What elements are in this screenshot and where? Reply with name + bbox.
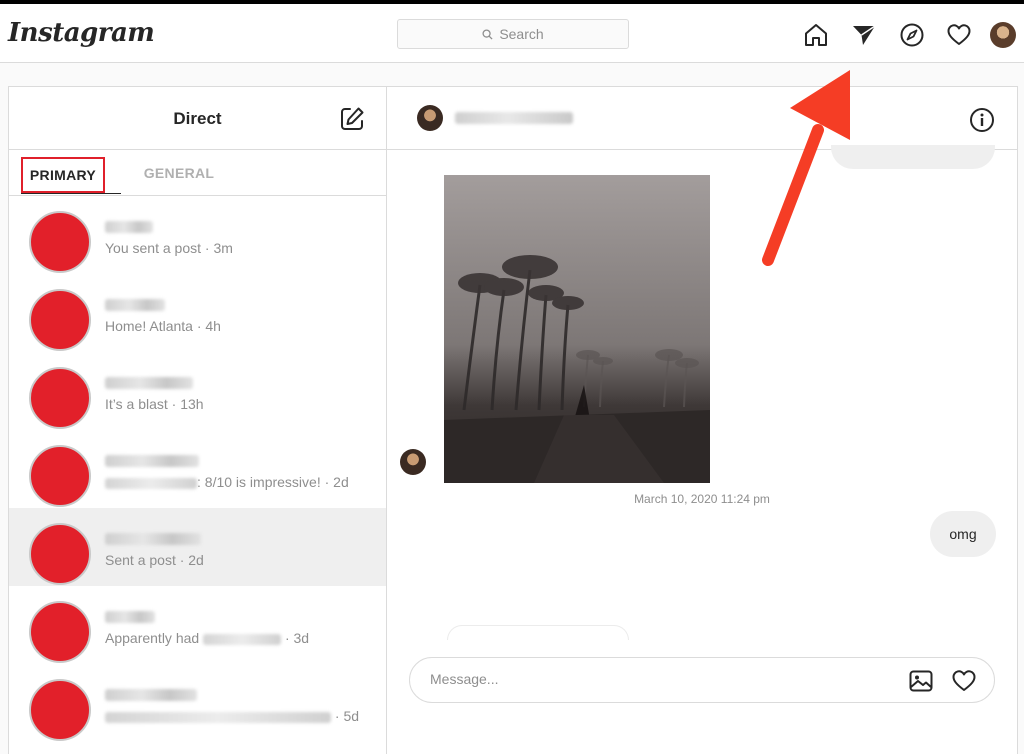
conversation-preview: Sent a post · 2d (105, 552, 204, 568)
avatar (29, 523, 91, 585)
search-box[interactable]: Search (397, 19, 629, 49)
conversation-name-redacted (105, 611, 155, 623)
avatar (29, 289, 91, 351)
conversation-preview: : 8/10 is impressive! · 2d (105, 474, 349, 490)
conversation-item[interactable]: : 8/10 is impressive! · 2d (9, 430, 386, 508)
avatar (29, 211, 91, 273)
conversation-item[interactable]: Home! Atlanta · 4h (9, 274, 386, 352)
conversation-name-redacted (105, 377, 193, 389)
conversation-preview: It’s a blast · 13h (105, 396, 204, 412)
conversation-preview: Apparently had · 3d (105, 630, 309, 646)
conversation-sidebar: Direct PRIMARY GENERAL You sent a post ·… (9, 87, 387, 754)
new-message-icon[interactable] (338, 105, 366, 133)
conversation-item-selected[interactable]: Sent a post · 2d (9, 508, 386, 586)
sender-avatar[interactable] (400, 449, 426, 475)
conversation-item[interactable]: · 5d (9, 664, 386, 742)
conversation-name-redacted (105, 221, 153, 233)
conversation-name-redacted (105, 455, 199, 467)
explore-icon[interactable] (899, 22, 925, 48)
avatar (29, 679, 91, 741)
redacted-text (203, 633, 282, 645)
profile-avatar[interactable] (990, 22, 1016, 48)
activity-heart-icon[interactable] (946, 22, 972, 48)
inbox-tabs: PRIMARY GENERAL (9, 149, 386, 196)
conversation-name-redacted (105, 533, 201, 545)
conversation-name-redacted (105, 299, 165, 311)
image-upload-icon[interactable] (908, 668, 934, 694)
conversation-preview-text: : 8/10 is impressive! · 2d (197, 474, 349, 490)
direct-header: Direct (9, 87, 386, 150)
avatar (29, 445, 91, 507)
chat-username-redacted[interactable] (455, 112, 573, 124)
heart-icon[interactable] (951, 668, 977, 694)
conversation-item[interactable]: It’s a blast · 13h (9, 352, 386, 430)
home-icon[interactable] (803, 22, 829, 48)
message-bubble-sent: omg (930, 511, 996, 557)
info-icon[interactable] (969, 107, 995, 133)
foggy-palm-trees-photo (444, 175, 710, 483)
conversation-name-redacted (105, 689, 197, 701)
instagram-logo[interactable]: Instagram (8, 18, 155, 48)
conversation-item[interactable]: You sent a post · 3m (9, 196, 386, 274)
conversation-preview: Home! Atlanta · 4h (105, 318, 221, 334)
message-bubble-partial (447, 625, 629, 640)
message-composer[interactable]: Message... (409, 657, 995, 703)
message-timestamp: March 10, 2020 11:24 pm (634, 492, 770, 506)
conversation-preview: You sent a post · 3m (105, 240, 233, 256)
avatar (29, 367, 91, 429)
search-placeholder: Search (499, 26, 544, 42)
shared-post-image[interactable] (444, 175, 710, 483)
conversation-preview-time: · 5d (334, 708, 360, 724)
conversation-preview-time: · 3d (284, 630, 310, 646)
tab-general[interactable]: GENERAL (129, 165, 229, 181)
chat-user-avatar[interactable] (417, 105, 443, 131)
redacted-text (105, 711, 331, 723)
conversation-preview-text: Apparently had (105, 630, 200, 646)
direct-icon[interactable] (851, 22, 877, 48)
message-input[interactable]: Message... (430, 671, 498, 687)
conversation-item[interactable]: Apparently had · 3d (9, 586, 386, 664)
chat-header (387, 87, 1017, 150)
avatar (29, 601, 91, 663)
direct-title: Direct (173, 109, 222, 128)
conversation-preview: · 5d (105, 708, 359, 724)
search-icon (482, 28, 493, 40)
red-arrow-annotation (762, 70, 850, 266)
tab-primary[interactable]: PRIMARY (21, 157, 105, 193)
tab-primary-underline (21, 193, 121, 194)
top-navigation-bar: Instagram Search (0, 4, 1024, 63)
redacted-text (105, 477, 197, 489)
chat-panel: March 10, 2020 11:24 pm omg Message... (387, 87, 1017, 754)
